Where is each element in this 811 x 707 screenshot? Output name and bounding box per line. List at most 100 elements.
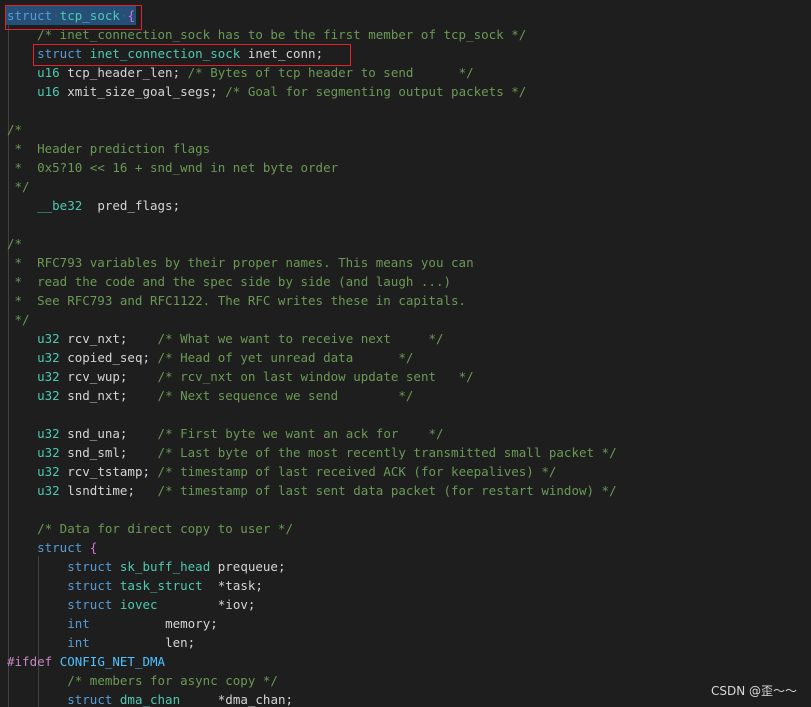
code-token: u32 (37, 483, 60, 498)
code-token: xmit_size_goal_segs (67, 84, 211, 99)
code-token: snd_una (67, 426, 120, 441)
code-token: ; (277, 559, 286, 574)
code-token: /* Goal for segmenting output packets */ (225, 84, 527, 99)
code-token: struct (67, 597, 113, 612)
code-token: ; (172, 198, 181, 213)
code-line: /* (7, 234, 22, 253)
code-token: /* members for async copy */ (67, 673, 278, 688)
code-token: iov (225, 597, 248, 612)
code-token: * 0x5?10 << 16 + snd_wnd in net byte ord… (7, 160, 339, 175)
code-line: /* Data for direct copy to user */ (7, 519, 293, 538)
code-token: struct (37, 540, 83, 555)
code-token: u16 (37, 65, 60, 80)
code-token: u32 (37, 350, 60, 365)
code-token: ; (285, 692, 294, 707)
code-token: u32 (37, 426, 60, 441)
code-token: ; (210, 616, 218, 631)
code-token: * See RFC793 and RFC1122. The RFC writes… (7, 293, 467, 308)
code-token: __be32 (37, 198, 83, 213)
code-line: * See RFC793 and RFC1122. The RFC writes… (7, 291, 467, 310)
highlight-box-struct-decl (5, 5, 142, 30)
code-token: memory (165, 616, 211, 631)
code-token: /* Last byte of the most recently transm… (157, 445, 617, 460)
code-token: u32 (37, 369, 60, 384)
code-token: /* First byte we want an ack for */ (157, 426, 444, 441)
code-token: task (225, 578, 256, 593)
code-token: lsndtime (67, 483, 128, 498)
code-token: int (67, 616, 90, 631)
code-token: /* Next sequence we send */ (157, 388, 414, 403)
code-line: u32 snd_una; /* First byte we want an ac… (7, 424, 444, 443)
code-line: struct task_struct *task; (7, 576, 263, 595)
code-token: { (89, 540, 98, 555)
code-token: u32 (37, 331, 60, 346)
code-token: dma_chan (119, 692, 181, 707)
code-token: CONFIG_NET_DMA (59, 654, 166, 669)
code-line: u32 rcv_nxt; /* What we want to receive … (7, 329, 444, 348)
code-token: /* What we want to receive next */ (157, 331, 444, 346)
code-token: ; (210, 84, 218, 99)
code-token: task_struct (119, 578, 203, 593)
code-token: /* timestamp of last received ACK (for k… (157, 464, 557, 479)
code-token: pred_flags (97, 198, 173, 213)
code-line: * 0x5?10 << 16 + snd_wnd in net byte ord… (7, 158, 339, 177)
code-token: int (67, 635, 90, 650)
code-token: * Header prediction flags (7, 141, 211, 156)
code-line: * RFC793 variables by their proper names… (7, 253, 474, 272)
code-token: struct (67, 692, 113, 707)
code-token: * read the code and the spec side by sid… (7, 274, 452, 289)
code-line: /* (7, 120, 22, 139)
code-line: int memory; (7, 614, 218, 633)
code-editor[interactable]: struct·tcp_sock·{ /* inet_connection_soc… (0, 0, 811, 707)
code-token: snd_sml (67, 445, 120, 460)
code-line: * Header prediction flags (7, 139, 211, 158)
code-line: */ (7, 310, 30, 329)
code-token: /* timestamp of last sent data packet (f… (157, 483, 617, 498)
code-token: rcv_tstamp (67, 464, 143, 479)
code-line: u32 snd_nxt; /* Next sequence we send */ (7, 386, 413, 405)
code-line: __be32 pred_flags; (7, 196, 180, 215)
code-token: */ (7, 179, 30, 194)
code-token: sk_buff_head (119, 559, 211, 574)
code-line: u32 rcv_tstamp; /* timestamp of last rec… (7, 462, 556, 481)
code-token: struct (67, 559, 113, 574)
code-token: /* rcv_nxt on last window update sent */ (157, 369, 474, 384)
code-token: snd_nxt (67, 388, 120, 403)
code-line: /* members for async copy */ (7, 671, 278, 690)
code-line: u32 copied_seq; /* Head of yet unread da… (7, 348, 413, 367)
code-token: iovec (119, 597, 158, 612)
code-line: u32 snd_sml; /* Last byte of the most re… (7, 443, 617, 462)
code-line: struct sk_buff_head prequeue; (7, 557, 286, 576)
code-token: ; (255, 578, 263, 593)
code-token: #ifdef (7, 654, 53, 669)
code-token: /* (7, 122, 23, 137)
